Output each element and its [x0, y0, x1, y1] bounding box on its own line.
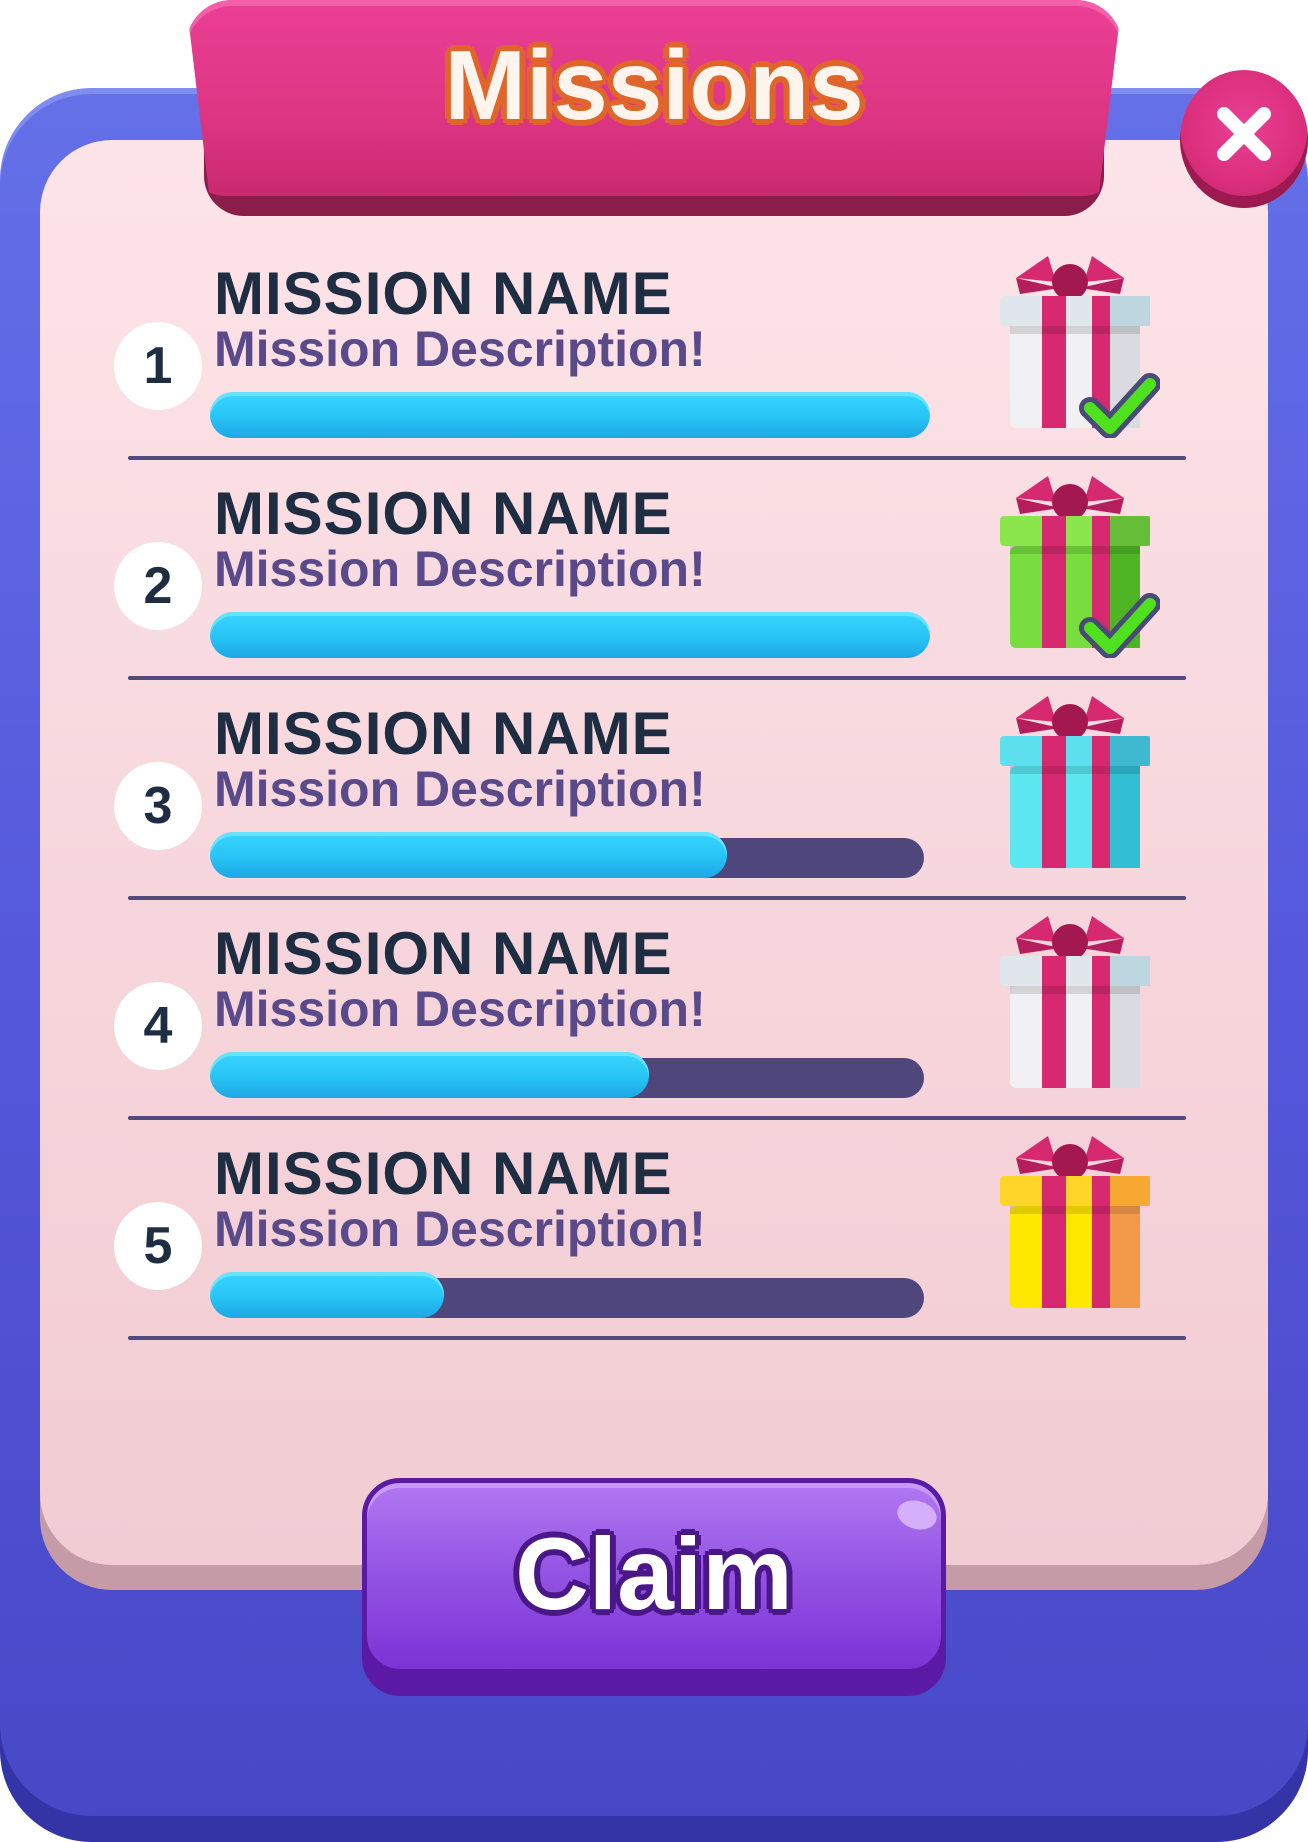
- mission-name: MISSION NAME: [214, 920, 673, 987]
- mission-row: 4 MISSION NAME Mission Description!: [0, 898, 1308, 1120]
- progress-fill: [210, 832, 727, 878]
- progress-fill: [210, 612, 930, 658]
- close-icon: [1217, 107, 1271, 161]
- progress-fill: [210, 392, 930, 438]
- mission-row: 2 MISSION NAME Mission Description!: [0, 458, 1308, 680]
- mission-name: MISSION NAME: [214, 260, 673, 327]
- gift-icon[interactable]: [980, 238, 1161, 439]
- mission-name: MISSION NAME: [214, 1140, 673, 1207]
- mission-description: Mission Description!: [214, 1201, 706, 1257]
- mission-row: 1 MISSION NAME Mission Description!: [0, 238, 1308, 460]
- checkmark-icon: [1000, 256, 1161, 439]
- mission-description: Mission Description!: [214, 761, 706, 817]
- gift-icon[interactable]: [980, 458, 1161, 659]
- claim-button[interactable]: Claim: [362, 1478, 946, 1674]
- progress-track: [210, 1272, 924, 1318]
- progress-fill: [210, 1052, 649, 1098]
- checkmark-icon: [1000, 476, 1161, 659]
- progress-track: [210, 1052, 924, 1098]
- progress-fill: [210, 1272, 444, 1318]
- row-divider: [128, 1336, 1186, 1340]
- mission-description: Mission Description!: [214, 541, 706, 597]
- mission-number: 1: [114, 322, 202, 410]
- mission-number: 5: [114, 1202, 202, 1290]
- progress-track: [210, 832, 924, 878]
- close-button[interactable]: [1180, 70, 1308, 208]
- mission-number: 4: [114, 982, 202, 1070]
- claim-button-label: Claim: [515, 1517, 793, 1631]
- mission-name: MISSION NAME: [214, 480, 673, 547]
- gift-icon[interactable]: [980, 898, 1160, 1098]
- mission-number: 3: [114, 762, 202, 850]
- mission-row: 5 MISSION NAME Mission Description!: [0, 1118, 1308, 1340]
- progress-track: [210, 392, 930, 438]
- progress-track: [210, 612, 930, 658]
- gift-icon[interactable]: [980, 678, 1160, 878]
- gift-icon[interactable]: [980, 1118, 1160, 1318]
- mission-description: Mission Description!: [214, 981, 706, 1037]
- mission-number: 2: [114, 542, 202, 630]
- page-title: Missions: [444, 30, 864, 140]
- mission-description: Mission Description!: [214, 321, 706, 377]
- mission-row: 3 MISSION NAME Mission Description!: [0, 678, 1308, 900]
- mission-name: MISSION NAME: [214, 700, 673, 767]
